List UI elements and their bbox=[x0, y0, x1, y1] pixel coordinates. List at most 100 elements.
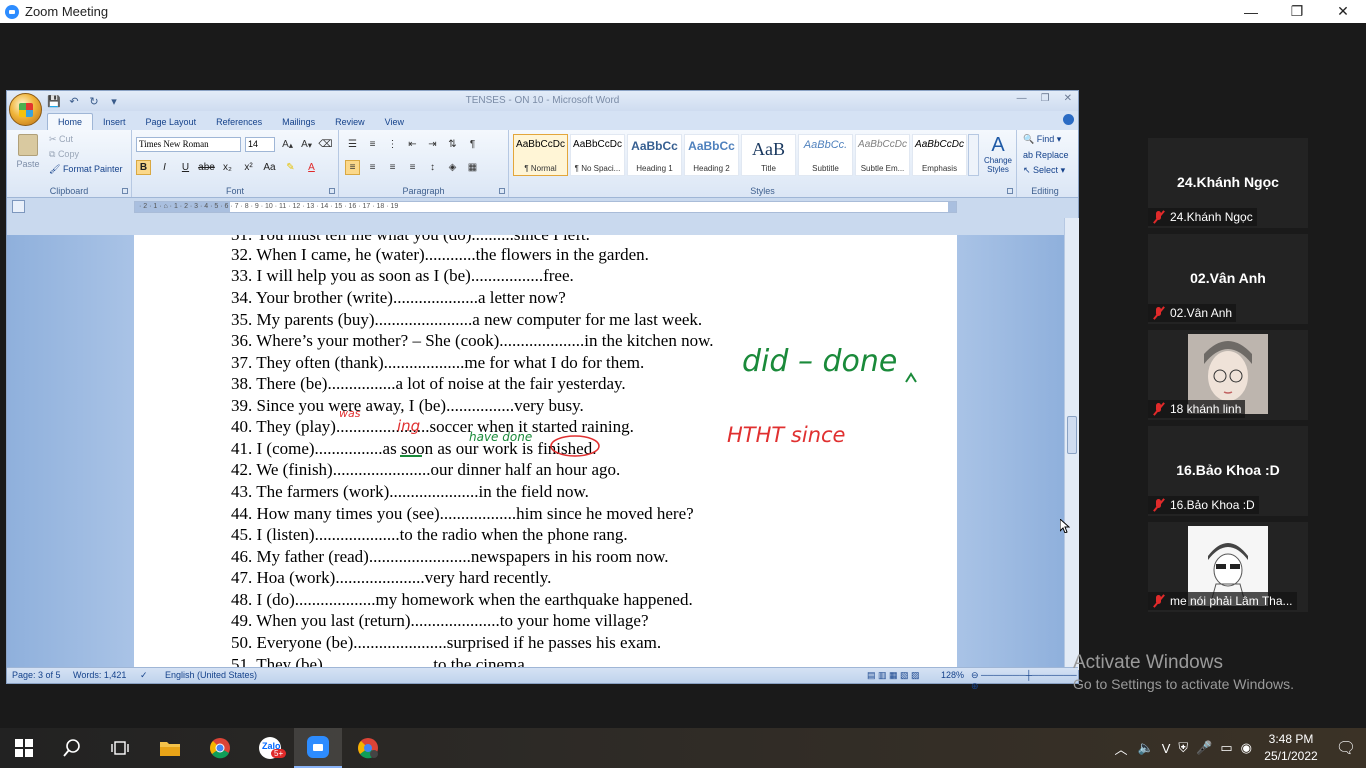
style-subtle-emphasis[interactable]: AaBbCcDc Subtle Em... bbox=[855, 134, 910, 176]
zoom-tray-icon[interactable]: ◉ bbox=[1241, 740, 1252, 756]
paste-button[interactable]: Paste bbox=[13, 134, 43, 174]
show-marks-icon[interactable]: ¶ bbox=[465, 137, 480, 152]
minimize-button[interactable]: — bbox=[1228, 0, 1274, 23]
speaker-icon[interactable]: 🔈 bbox=[1138, 740, 1154, 756]
style-title[interactable]: AaB Title bbox=[741, 134, 796, 176]
office-button[interactable] bbox=[9, 93, 42, 126]
network-icon[interactable]: ▭ bbox=[1220, 740, 1232, 756]
align-center-icon[interactable]: ≡ bbox=[365, 160, 380, 175]
zoom-slider[interactable]: ⊖ ───────┼─────── ⊕ bbox=[971, 670, 1078, 692]
style-no-spacing[interactable]: AaBbCcDc ¶ No Spaci... bbox=[570, 134, 625, 176]
italic-button[interactable]: I bbox=[157, 160, 172, 175]
find-button[interactable]: 🔍 Find ▾ bbox=[1023, 134, 1069, 145]
increase-indent-icon[interactable]: ⇥ bbox=[425, 137, 440, 152]
close-button[interactable]: ✕ bbox=[1320, 0, 1366, 23]
style-heading-2[interactable]: AaBbCc Heading 2 bbox=[684, 134, 739, 176]
zalo-button[interactable]: Zalo 5+ bbox=[246, 728, 294, 768]
justify-icon[interactable]: ≡ bbox=[405, 160, 420, 175]
vertical-scroll-thumb[interactable] bbox=[1067, 416, 1077, 454]
style-heading-1[interactable]: AaBbCc Heading 1 bbox=[627, 134, 682, 176]
change-styles-button[interactable]: A Change Styles bbox=[981, 134, 1015, 174]
tab-mailings[interactable]: Mailings bbox=[272, 114, 325, 130]
chrome-profile-button[interactable] bbox=[344, 728, 392, 768]
bullets-icon[interactable]: ☰ bbox=[345, 137, 360, 152]
style-subtitle[interactable]: AaBbCc. Subtitle bbox=[798, 134, 853, 176]
mic-off-icon bbox=[1152, 498, 1166, 512]
tab-home[interactable]: Home bbox=[47, 113, 94, 130]
font-launcher-icon[interactable] bbox=[329, 188, 335, 194]
chrome-button[interactable] bbox=[196, 728, 244, 768]
bold-button[interactable]: B bbox=[136, 160, 151, 175]
superscript-button[interactable]: x² bbox=[241, 160, 256, 175]
align-right-icon[interactable]: ≡ bbox=[385, 160, 400, 175]
sort-icon[interactable]: ⇅ bbox=[445, 137, 460, 152]
taskbar-clock[interactable]: 3:48 PM 25/1/2022 bbox=[1256, 731, 1326, 765]
restore-button[interactable]: ❐ bbox=[1274, 0, 1320, 23]
grow-font-icon[interactable]: A ▴ bbox=[280, 137, 295, 152]
view-buttons[interactable]: ▤ ▥ ▦ ▧ ▨ bbox=[867, 670, 920, 681]
document-page[interactable]: 31. You must tell me what you (do)......… bbox=[134, 235, 957, 670]
font-size-select[interactable]: 14 bbox=[245, 137, 275, 152]
line-spacing-icon[interactable]: ↕ bbox=[425, 160, 440, 175]
participant-tile[interactable]: 18 khánh linh bbox=[1148, 330, 1308, 420]
format-painter-button[interactable]: 🖌 Format Painter bbox=[49, 164, 122, 175]
decrease-indent-icon[interactable]: ⇤ bbox=[405, 137, 420, 152]
strikethrough-button[interactable]: abe bbox=[198, 160, 215, 175]
copy-button[interactable]: ⧉ Copy bbox=[49, 149, 122, 160]
change-case-button[interactable]: Aa bbox=[262, 160, 277, 175]
word-close-button[interactable]: ✕ bbox=[1064, 93, 1072, 104]
underline-button[interactable]: U bbox=[178, 160, 193, 175]
replace-button[interactable]: ab Replace bbox=[1023, 150, 1069, 160]
show-hidden-icons-icon[interactable]: ︿ bbox=[1115, 739, 1128, 758]
task-view-button[interactable] bbox=[96, 728, 144, 768]
zoom-taskbar-button[interactable] bbox=[294, 728, 342, 768]
security-icon[interactable]: ⛨ bbox=[1178, 740, 1188, 756]
shrink-font-icon[interactable]: A ▾ bbox=[299, 137, 314, 152]
select-button[interactable]: ↖ Select ▾ bbox=[1023, 165, 1069, 176]
proofing-icon[interactable]: ✓ bbox=[140, 670, 148, 681]
page-count[interactable]: Page: 3 of 5 bbox=[12, 670, 61, 680]
multilevel-list-icon[interactable]: ⋮ bbox=[385, 137, 400, 152]
participant-tile[interactable]: 02.Vân Anh 02.Vân Anh bbox=[1148, 234, 1308, 324]
shading-icon[interactable]: ◈ bbox=[445, 160, 460, 175]
cut-button[interactable]: ✂ Cut bbox=[49, 134, 122, 145]
tab-page-layout[interactable]: Page Layout bbox=[136, 114, 207, 130]
vertical-scrollbar[interactable] bbox=[1064, 218, 1079, 670]
font-name-select[interactable]: Times New Roman bbox=[136, 137, 241, 152]
tab-references[interactable]: References bbox=[206, 114, 272, 130]
zoom-level[interactable]: 128% bbox=[941, 670, 964, 680]
subscript-button[interactable]: x₂ bbox=[220, 160, 235, 175]
highlight-icon[interactable]: ✎ bbox=[283, 160, 298, 175]
styles-gallery-scrollbar[interactable] bbox=[968, 134, 979, 176]
borders-icon[interactable]: ▦ bbox=[465, 160, 480, 175]
clipboard-group: Paste ✂ Cut ⧉ Copy 🖌 Format Painter Clip… bbox=[7, 130, 132, 197]
start-button[interactable] bbox=[0, 728, 48, 768]
participant-tile[interactable]: me nói phải Lâm Tha... bbox=[1148, 522, 1308, 612]
tab-selector-icon[interactable] bbox=[12, 200, 25, 213]
language-indicator[interactable]: English (United States) bbox=[165, 670, 257, 680]
align-left-icon[interactable]: ≡ bbox=[345, 160, 360, 175]
word-minimize-button[interactable]: — bbox=[1017, 93, 1027, 104]
clear-formatting-icon[interactable]: ⌫ bbox=[318, 137, 333, 152]
word-count[interactable]: Words: 1,421 bbox=[73, 670, 126, 680]
font-color-icon[interactable]: A bbox=[304, 160, 319, 175]
file-explorer-button[interactable] bbox=[146, 728, 194, 768]
style-emphasis[interactable]: AaBbCcDc Emphasis bbox=[912, 134, 967, 176]
participant-tile[interactable]: 16.Bảo Khoa :D 16.Bảo Khoa :D bbox=[1148, 426, 1308, 516]
vpn-icon[interactable]: V bbox=[1162, 741, 1171, 756]
styles-launcher-icon[interactable] bbox=[1007, 188, 1013, 194]
tab-view[interactable]: View bbox=[375, 114, 414, 130]
paragraph-launcher-icon[interactable] bbox=[499, 188, 505, 194]
microphone-icon[interactable]: 🎤 bbox=[1196, 740, 1212, 756]
tab-review[interactable]: Review bbox=[325, 114, 375, 130]
word-restore-button[interactable]: ❐ bbox=[1041, 93, 1050, 104]
clipboard-launcher-icon[interactable] bbox=[122, 188, 128, 194]
notifications-icon[interactable]: 🗨 bbox=[1326, 738, 1366, 758]
style-normal[interactable]: AaBbCcDc ¶ Normal bbox=[513, 134, 568, 176]
tab-insert[interactable]: Insert bbox=[93, 114, 136, 130]
search-button[interactable] bbox=[48, 728, 96, 768]
numbering-icon[interactable]: ≡ bbox=[365, 137, 380, 152]
help-icon[interactable] bbox=[1063, 114, 1074, 125]
horizontal-ruler[interactable]: · 2 · 1 · ⌂ · 1 · 2 · 3 · 4 · 5 · 6 · 7 … bbox=[134, 201, 957, 213]
participant-tile[interactable]: 24.Khánh Ngọc 24.Khánh Ngọc bbox=[1148, 138, 1308, 228]
